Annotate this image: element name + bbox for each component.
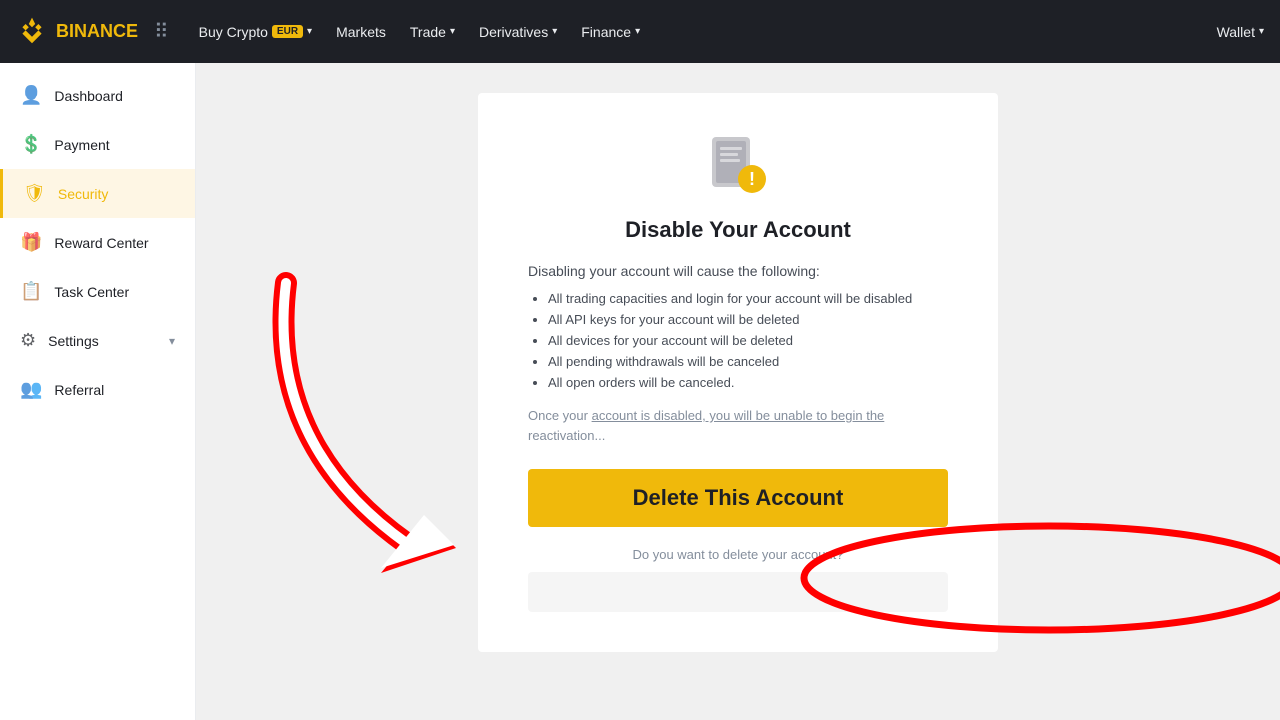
grid-icon[interactable]: ⠿	[154, 19, 169, 44]
sidebar-item-security[interactable]: 🛡 Security	[0, 169, 195, 218]
chevron-down-icon: ▾	[1259, 26, 1264, 37]
sidebar-item-reward-center[interactable]: 🎁 Reward Center	[0, 218, 195, 267]
list-item: All devices for your account will be del…	[548, 333, 948, 348]
modal-note: Once your account is disabled, you will …	[528, 406, 948, 445]
account-icon-wrap: !	[706, 133, 770, 197]
sidebar-item-settings[interactable]: ⚙ Settings ▾	[0, 316, 195, 365]
nav-derivatives[interactable]: Derivatives ▾	[469, 16, 567, 48]
modal-input-field[interactable]	[528, 572, 948, 612]
logo[interactable]: BINANCE	[16, 16, 138, 48]
sidebar-item-referral[interactable]: 👥 Referral	[0, 365, 195, 414]
nav-markets[interactable]: Markets	[326, 16, 396, 48]
user-icon: 👤	[20, 85, 42, 106]
svg-text:!: !	[749, 169, 755, 189]
chevron-down-icon: ▾	[552, 26, 557, 37]
chevron-down-icon: ▾	[450, 26, 455, 37]
modal-icon-area: !	[528, 133, 948, 197]
nav-trade[interactable]: Trade ▾	[400, 16, 465, 48]
disable-account-modal: ! Disable Your Account Disabling your ac…	[478, 93, 998, 652]
referral-icon: 👥	[20, 379, 42, 400]
modal-consequences-list: All trading capacities and login for you…	[528, 291, 948, 390]
modal-subtitle: Disabling your account will cause the fo…	[528, 263, 948, 279]
delete-account-button[interactable]: Delete This Account	[528, 469, 948, 527]
sidebar: 👤 Dashboard 💲 Payment 🛡 Security 🎁 Rewar…	[0, 63, 196, 720]
main-content: ! Disable Your Account Disabling your ac…	[196, 63, 1280, 720]
modal-question: Do you want to delete your account?	[528, 547, 948, 562]
topnav-right: Wallet ▾	[1217, 24, 1264, 40]
reward-icon: 🎁	[20, 232, 42, 253]
task-icon: 📋	[20, 281, 42, 302]
settings-icon: ⚙	[20, 330, 36, 351]
chevron-right-icon: ▾	[169, 334, 175, 348]
chevron-down-icon: ▾	[635, 26, 640, 37]
main-layout: 👤 Dashboard 💲 Payment 🛡 Security 🎁 Rewar…	[0, 63, 1280, 720]
eur-badge: EUR	[272, 25, 303, 38]
chevron-down-icon: ▾	[307, 26, 312, 37]
list-item: All open orders will be canceled.	[548, 375, 948, 390]
top-navigation: BINANCE ⠿ Buy Crypto EUR ▾ Markets Trade…	[0, 0, 1280, 63]
list-item: All trading capacities and login for you…	[548, 291, 948, 306]
list-item: All pending withdrawals will be canceled	[548, 354, 948, 369]
disable-account-icon: !	[706, 133, 770, 197]
nav-buy-crypto[interactable]: Buy Crypto EUR ▾	[189, 16, 322, 48]
logo-text: BINANCE	[56, 21, 138, 42]
sidebar-item-payment[interactable]: 💲 Payment	[0, 120, 195, 169]
wallet-button[interactable]: Wallet ▾	[1217, 24, 1264, 40]
sidebar-item-dashboard[interactable]: 👤 Dashboard	[0, 71, 195, 120]
shield-icon: 🛡	[23, 183, 46, 204]
sidebar-item-task-center[interactable]: 📋 Task Center	[0, 267, 195, 316]
list-item: All API keys for your account will be de…	[548, 312, 948, 327]
modal-title: Disable Your Account	[528, 217, 948, 243]
nav-finance[interactable]: Finance ▾	[571, 16, 650, 48]
nav-items: Buy Crypto EUR ▾ Markets Trade ▾ Derivat…	[189, 16, 1209, 48]
payment-icon: 💲	[20, 134, 42, 155]
